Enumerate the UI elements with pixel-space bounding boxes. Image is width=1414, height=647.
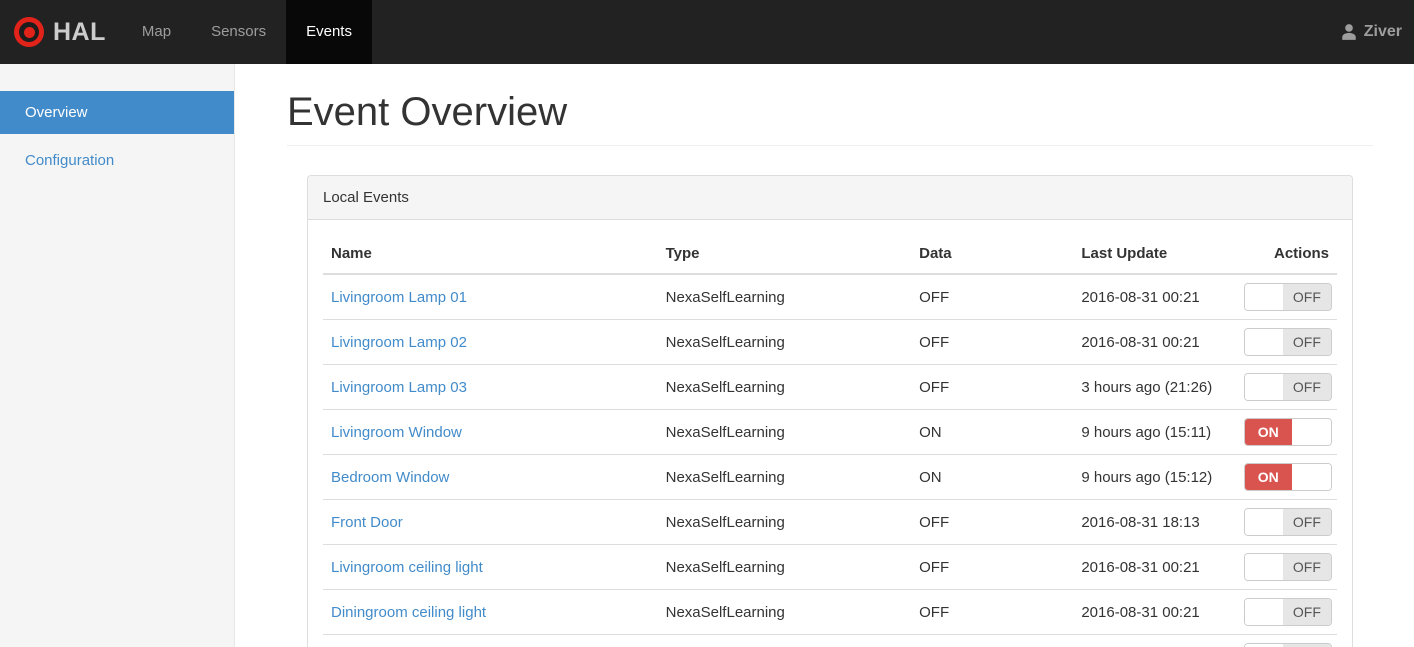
- table-row: Kitchen ceiling light NexaSelfLearning O…: [323, 634, 1337, 647]
- col-header-data: Data: [911, 235, 1074, 275]
- toggle-switch[interactable]: ON: [1243, 463, 1332, 491]
- event-name-link[interactable]: Livingroom Lamp 01: [331, 289, 467, 306]
- event-name-link[interactable]: Bedroom Window: [331, 469, 449, 486]
- event-last-update: 2016-08-31 00:21: [1073, 319, 1236, 365]
- event-last-update: 9 hours ago (15:11): [1073, 409, 1236, 455]
- main-nav: Map Sensors Events: [122, 0, 372, 64]
- toggle-state-label[interactable]: ON: [1244, 464, 1292, 490]
- nav-item-map[interactable]: Map: [122, 0, 191, 64]
- table-row: Livingroom Lamp 03 NexaSelfLearning OFF …: [323, 364, 1337, 410]
- toggle-state-label[interactable]: OFF: [1283, 599, 1331, 625]
- page-title: Event Overview: [287, 90, 1373, 146]
- sidebar-item-configuration[interactable]: Configuration: [0, 139, 234, 182]
- col-header-name: Name: [323, 235, 658, 275]
- toggle-handle[interactable]: [1244, 374, 1284, 400]
- event-data: ON: [911, 409, 1074, 455]
- toggle-handle[interactable]: [1291, 464, 1331, 490]
- table-header-row: Name Type Data Last Update Actions: [323, 235, 1337, 275]
- event-data: OFF: [911, 634, 1074, 647]
- panel-heading: Local Events: [308, 176, 1352, 220]
- event-last-update: 2016-08-31 00:21: [1073, 544, 1236, 590]
- toggle-state-label[interactable]: OFF: [1283, 509, 1331, 535]
- event-last-update: 2016-08-31 00:21: [1073, 634, 1236, 647]
- toggle-switch[interactable]: OFF: [1243, 328, 1332, 356]
- event-last-update: 2016-08-31 00:21: [1073, 589, 1236, 635]
- table-row: Bedroom Window NexaSelfLearning ON 9 hou…: [323, 454, 1337, 500]
- event-name-link[interactable]: Livingroom Lamp 03: [331, 379, 467, 396]
- top-navbar: HAL Map Sensors Events Ziver: [0, 0, 1414, 64]
- event-last-update: 2016-08-31 00:21: [1073, 274, 1236, 320]
- toggle-handle[interactable]: [1244, 284, 1284, 310]
- toggle-state-label[interactable]: ON: [1244, 419, 1292, 445]
- event-type: NexaSelfLearning: [657, 634, 912, 647]
- toggle-state-label[interactable]: OFF: [1283, 554, 1331, 580]
- event-data: OFF: [911, 319, 1074, 365]
- event-type: NexaSelfLearning: [657, 589, 912, 635]
- person-icon: [1340, 23, 1358, 41]
- event-name-link[interactable]: Livingroom Lamp 02: [331, 334, 467, 351]
- event-data: OFF: [911, 544, 1074, 590]
- table-row: Livingroom Lamp 02 NexaSelfLearning OFF …: [323, 319, 1337, 365]
- event-type: NexaSelfLearning: [657, 364, 912, 410]
- toggle-switch[interactable]: OFF: [1243, 373, 1332, 401]
- event-name-link[interactable]: Diningroom ceiling light: [331, 604, 486, 621]
- toggle-handle[interactable]: [1244, 554, 1284, 580]
- toggle-switch[interactable]: OFF: [1243, 553, 1332, 581]
- table-row: Livingroom ceiling light NexaSelfLearnin…: [323, 544, 1337, 590]
- sidebar-item-overview[interactable]: Overview: [0, 91, 234, 134]
- toggle-handle[interactable]: [1244, 509, 1284, 535]
- event-last-update: 3 hours ago (21:26): [1073, 364, 1236, 410]
- panel-body: Name Type Data Last Update Actions Livin…: [308, 220, 1352, 647]
- event-name-link[interactable]: Livingroom ceiling light: [331, 559, 483, 576]
- event-type: NexaSelfLearning: [657, 319, 912, 365]
- event-last-update: 2016-08-31 18:13: [1073, 499, 1236, 545]
- event-name-link[interactable]: Front Door: [331, 514, 403, 531]
- user-menu[interactable]: Ziver: [1328, 0, 1414, 64]
- table-row: Livingroom Window NexaSelfLearning ON 9 …: [323, 409, 1337, 455]
- hal-bullseye-logo-icon: [14, 17, 44, 47]
- nav-item-events[interactable]: Events: [286, 0, 372, 64]
- table-row: Diningroom ceiling light NexaSelfLearnin…: [323, 589, 1337, 635]
- user-name: Ziver: [1363, 23, 1402, 40]
- toggle-switch[interactable]: OFF: [1243, 643, 1332, 647]
- event-data: OFF: [911, 589, 1074, 635]
- col-header-last-update: Last Update: [1073, 235, 1236, 275]
- event-data: ON: [911, 454, 1074, 500]
- table-row: Livingroom Lamp 01 NexaSelfLearning OFF …: [323, 274, 1337, 320]
- event-last-update: 9 hours ago (15:12): [1073, 454, 1236, 500]
- event-type: NexaSelfLearning: [657, 499, 912, 545]
- event-name-link[interactable]: Livingroom Window: [331, 424, 462, 441]
- local-events-panel: Local Events Name Type Data Last Update …: [307, 175, 1353, 647]
- table-row: Front Door NexaSelfLearning OFF 2016-08-…: [323, 499, 1337, 545]
- event-type: NexaSelfLearning: [657, 409, 912, 455]
- sidebar: Overview Configuration: [0, 64, 235, 647]
- toggle-state-label[interactable]: OFF: [1283, 329, 1331, 355]
- main-content: Event Overview Local Events Name Type Da…: [235, 64, 1414, 647]
- event-data: OFF: [911, 274, 1074, 320]
- toggle-handle[interactable]: [1244, 599, 1284, 625]
- toggle-switch[interactable]: ON: [1243, 418, 1332, 446]
- events-table: Name Type Data Last Update Actions Livin…: [323, 235, 1337, 647]
- toggle-switch[interactable]: OFF: [1243, 508, 1332, 536]
- brand[interactable]: HAL: [0, 0, 122, 64]
- toggle-switch[interactable]: OFF: [1243, 283, 1332, 311]
- event-data: OFF: [911, 364, 1074, 410]
- event-type: NexaSelfLearning: [657, 454, 912, 500]
- event-data: OFF: [911, 499, 1074, 545]
- events-table-body: Livingroom Lamp 01 NexaSelfLearning OFF …: [323, 274, 1337, 647]
- event-type: NexaSelfLearning: [657, 544, 912, 590]
- toggle-handle[interactable]: [1291, 419, 1331, 445]
- toggle-state-label[interactable]: OFF: [1283, 374, 1331, 400]
- nav-item-sensors[interactable]: Sensors: [191, 0, 286, 64]
- event-type: NexaSelfLearning: [657, 274, 912, 320]
- toggle-state-label[interactable]: OFF: [1283, 284, 1331, 310]
- col-header-type: Type: [657, 235, 912, 275]
- toggle-switch[interactable]: OFF: [1243, 598, 1332, 626]
- col-header-actions: Actions: [1235, 235, 1337, 275]
- toggle-handle[interactable]: [1244, 329, 1284, 355]
- brand-label: HAL: [53, 17, 106, 46]
